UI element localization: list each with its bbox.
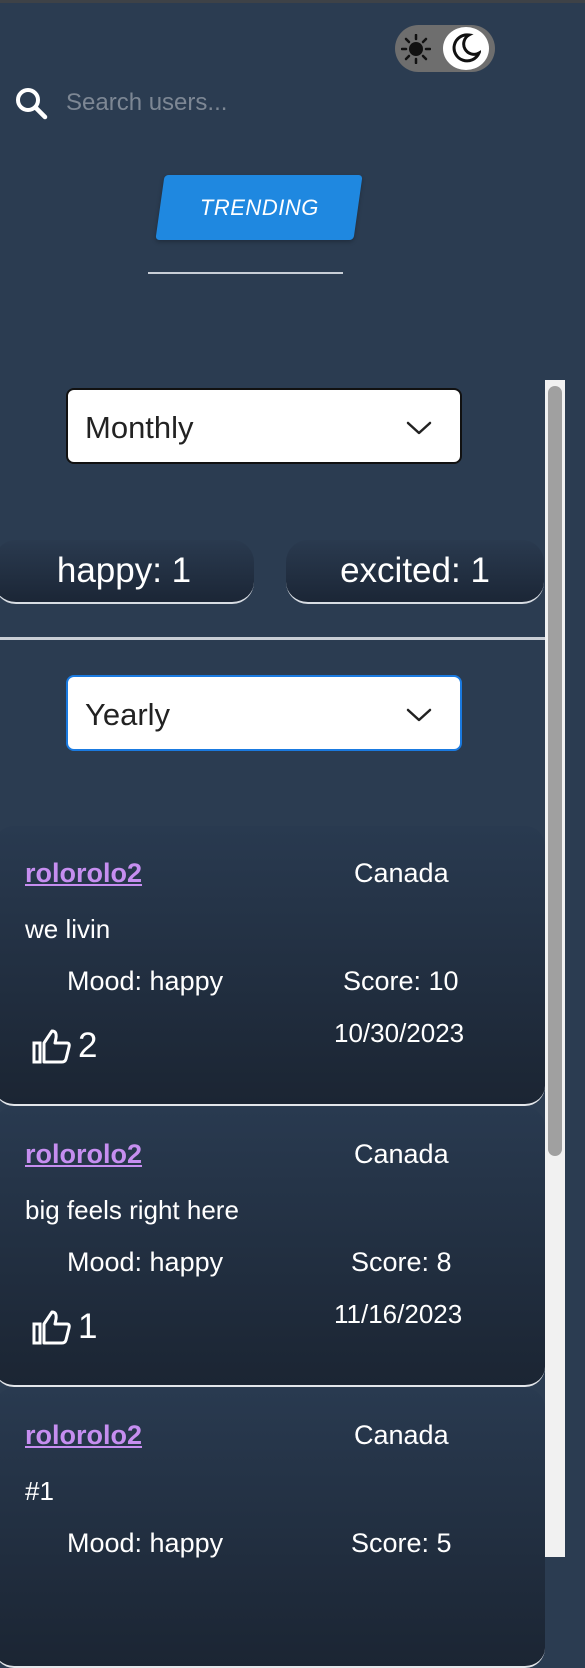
post-content: big feels right here <box>25 1195 239 1225</box>
post-card: rolorolo2 Canada we livin Mood: happy Sc… <box>0 826 545 1106</box>
like-button[interactable]: 2 <box>32 1026 97 1066</box>
post-date: 11/16/2023 <box>334 1299 463 1329</box>
user-search <box>14 82 414 122</box>
post-mood: Mood: happy <box>67 1247 224 1277</box>
post-username-link[interactable]: rolorolo2 <box>25 1420 142 1451</box>
post-date: 10/30/2023 <box>334 1018 465 1048</box>
search-input[interactable] <box>64 84 398 122</box>
like-count: 2 <box>78 1026 98 1065</box>
post-content: we livin <box>25 914 111 944</box>
post-username-link[interactable]: rolorolo2 <box>25 1139 142 1170</box>
monthly-period-select[interactable]: Monthly <box>66 388 462 464</box>
window-top-edge <box>0 0 585 3</box>
post-card: rolorolo2 Canada #1 Mood: happy Score: 5 <box>0 1388 545 1668</box>
post-score: Score: 5 <box>351 1528 452 1558</box>
chevron-down-icon <box>406 421 432 435</box>
thumbs-up-icon <box>32 1310 71 1345</box>
thumbs-up-icon <box>32 1029 71 1064</box>
post-country: Canada <box>354 1139 449 1169</box>
scrollbar-thumb[interactable] <box>548 386 562 1156</box>
chevron-down-icon <box>406 708 432 722</box>
sun-icon <box>401 34 431 64</box>
theme-toggle[interactable] <box>395 25 495 72</box>
post-country: Canada <box>354 1420 449 1450</box>
moon-icon <box>452 33 481 63</box>
post-score: Score: 8 <box>351 1247 452 1277</box>
mood-count-label: happy: 1 <box>56 551 192 590</box>
yearly-period-select[interactable]: Yearly <box>66 675 462 751</box>
scrollbar-track[interactable] <box>545 380 565 1557</box>
mood-count-badge: happy: 1 <box>0 540 254 604</box>
mood-count-badge: excited: 1 <box>286 540 544 604</box>
post-mood: Mood: happy <box>67 966 224 996</box>
trending-button[interactable]: TRENDING <box>155 175 363 240</box>
search-icon <box>16 88 48 120</box>
toggle-knob[interactable] <box>443 27 489 70</box>
like-count: 1 <box>78 1307 98 1346</box>
mood-count-label: excited: 1 <box>340 551 490 590</box>
post-card: rolorolo2 Canada big feels right here Mo… <box>0 1107 545 1387</box>
post-score: Score: 10 <box>343 966 459 996</box>
post-content: #1 <box>25 1476 54 1506</box>
trending-underline <box>148 272 343 274</box>
section-divider <box>0 637 545 640</box>
select-value: Monthly <box>85 410 194 445</box>
post-country: Canada <box>354 858 449 888</box>
trending-label: TRENDING <box>199 194 319 220</box>
post-username-link[interactable]: rolorolo2 <box>25 858 142 889</box>
like-button[interactable]: 1 <box>32 1307 97 1347</box>
post-mood: Mood: happy <box>67 1528 224 1558</box>
select-value: Yearly <box>85 697 171 732</box>
